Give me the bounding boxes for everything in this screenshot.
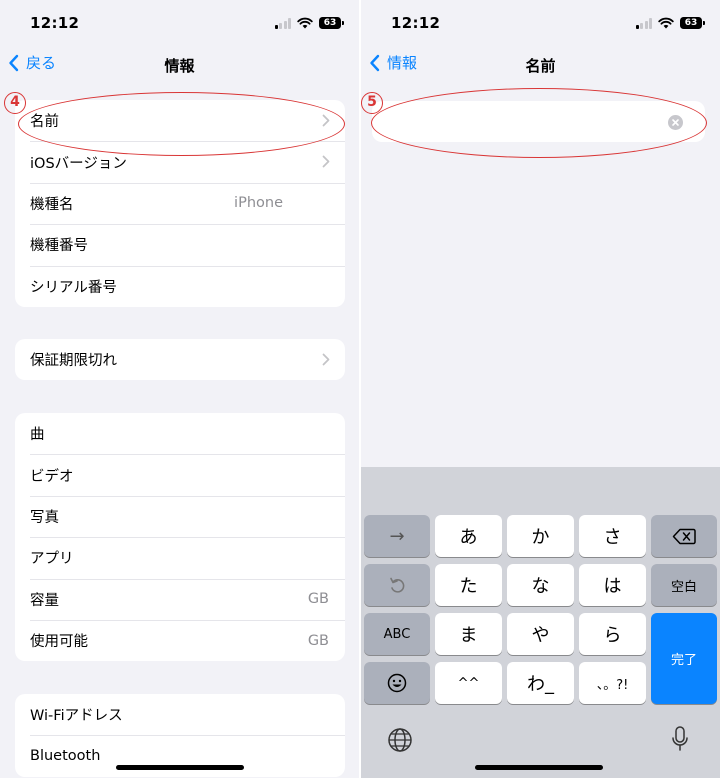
key-sa[interactable]: さ [579,515,646,557]
name-input[interactable] [372,101,705,142]
row-available: 使用可能 GB [15,619,345,661]
key-ha[interactable]: は [579,564,646,606]
status-time: 12:12 [30,14,80,32]
row-label: Wi-Fiアドレス [30,708,123,725]
key-ra[interactable]: ら [579,613,646,655]
battery-icon: 63 [319,17,344,29]
clear-text-button[interactable] [668,115,683,130]
row-label: アプリ [30,551,74,568]
wifi-icon [658,17,674,29]
microphone-icon[interactable] [671,725,689,753]
undo-key[interactable] [364,564,430,606]
globe-icon[interactable] [387,727,413,753]
key-kaomoji[interactable]: ^^ [435,662,502,704]
annotation-number: 5 [361,92,383,114]
cellular-signal-icon [635,17,652,29]
row-label: 保証期限切れ [30,353,117,370]
row-wifi-address: Wi-Fiアドレス [15,694,345,735]
chevron-right-icon [322,155,330,168]
emoji-key[interactable] [364,662,430,704]
row-value: GB [307,591,329,608]
chevron-right-icon [322,353,330,366]
key-ya[interactable]: や [507,613,574,655]
battery-icon: 63 [680,17,705,29]
wifi-icon [297,17,313,29]
row-videos: ビデオ [15,454,345,495]
backspace-icon [672,528,696,544]
key-punctuation[interactable]: 、。?! [579,662,646,704]
row-value: iPhone [234,195,283,212]
row-label: 機種番号 [30,238,88,255]
key-a[interactable]: あ [435,515,502,557]
row-label: 容量 [30,592,59,609]
row-label: 名前 [30,114,59,131]
row-label: ビデオ [30,468,74,485]
abc-key[interactable]: ABC [364,613,430,655]
status-bar: 12:12 63 [0,10,359,36]
row-value: GB [307,632,329,649]
home-indicator [475,765,603,770]
done-key[interactable]: 完了 [651,613,717,704]
status-icons: 63 [635,15,705,31]
home-indicator [116,765,244,770]
info-screen: 12:12 63 戻る 情報 名前 iOSバージョン 機種名 iPhone 機種… [0,0,359,778]
cellular-signal-icon [274,17,291,29]
row-label: 機種名 [30,196,74,213]
status-time: 12:12 [391,14,441,32]
clear-icon [672,119,679,126]
key-wa[interactable]: わ_ [507,662,574,704]
japanese-keyboard: → あ か さ た な は 空白 ABC ま や ら 完了 ^^ わ_ 、。?! [361,467,720,778]
row-serial-number: シリアル番号 [15,265,345,307]
row-coverage-expired[interactable]: 保証期限切れ [15,339,345,380]
backspace-key[interactable] [651,515,717,557]
row-label: 使用可能 [30,634,88,651]
nav-bar: 戻る 情報 [0,46,359,82]
row-ios-version[interactable]: iOSバージョン [15,141,345,182]
page-title: 情報 [164,57,195,75]
page-title: 名前 [525,57,556,75]
key-ka[interactable]: か [507,515,574,557]
row-label: 曲 [30,427,45,444]
space-key[interactable]: 空白 [651,564,717,606]
row-label: 写真 [30,509,59,526]
row-apps: アプリ [15,537,345,578]
row-model-name: 機種名 iPhone [15,182,345,224]
row-label: iOSバージョン [30,155,127,172]
media-group: 曲 ビデオ 写真 アプリ 容量 GB 使用可能 GB [15,413,345,662]
key-ta[interactable]: た [435,564,502,606]
row-photos: 写真 [15,495,345,537]
coverage-group: 保証期限切れ [15,339,345,381]
chevron-right-icon [322,114,330,127]
status-icons: 63 [274,15,344,31]
row-songs: 曲 [15,413,345,454]
name-edit-screen: 12:12 63 情報 名前 5 → あ か さ た な は 空白 ABC ま … [361,0,720,778]
emoji-icon [387,673,407,693]
row-label: Bluetooth [30,748,101,765]
row-name[interactable]: 名前 [15,100,345,141]
about-group: 名前 iOSバージョン 機種名 iPhone 機種番号 シリアル番号 [15,100,345,307]
row-model-number: 機種番号 [15,224,345,265]
status-bar: 12:12 63 [361,10,720,36]
key-ma[interactable]: ま [435,613,502,655]
undo-icon [390,577,405,593]
nav-bar: 情報 名前 [361,46,720,82]
key-na[interactable]: な [507,564,574,606]
row-bluetooth: Bluetooth [15,735,345,776]
row-capacity: 容量 GB [15,578,345,620]
key-arrow[interactable]: → [364,515,430,557]
annotation-number: 4 [4,92,26,114]
row-label: シリアル番号 [30,279,117,296]
